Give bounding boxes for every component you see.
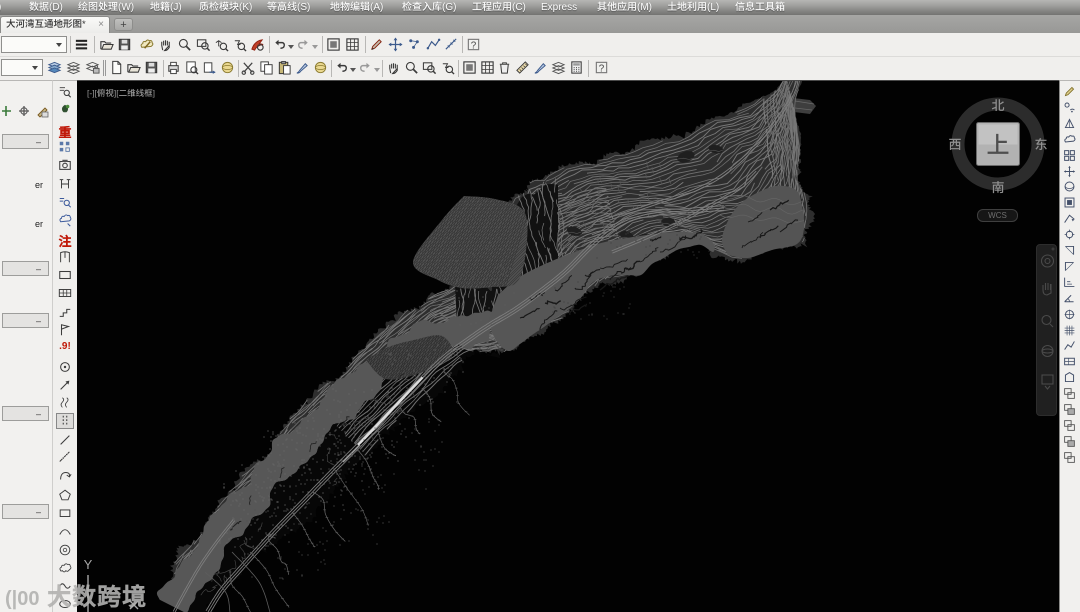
svg-text:Y: Y [84, 557, 93, 572]
svg-text:?: ? [599, 63, 605, 74]
svg-text:西: 西 [948, 134, 961, 153]
svg-text:?: ? [471, 40, 477, 51]
svg-text:北: 北 [991, 95, 1004, 114]
svg-text:上: 上 [987, 126, 1010, 160]
svg-text:东: 东 [1034, 134, 1047, 153]
svg-text:南: 南 [991, 177, 1004, 196]
